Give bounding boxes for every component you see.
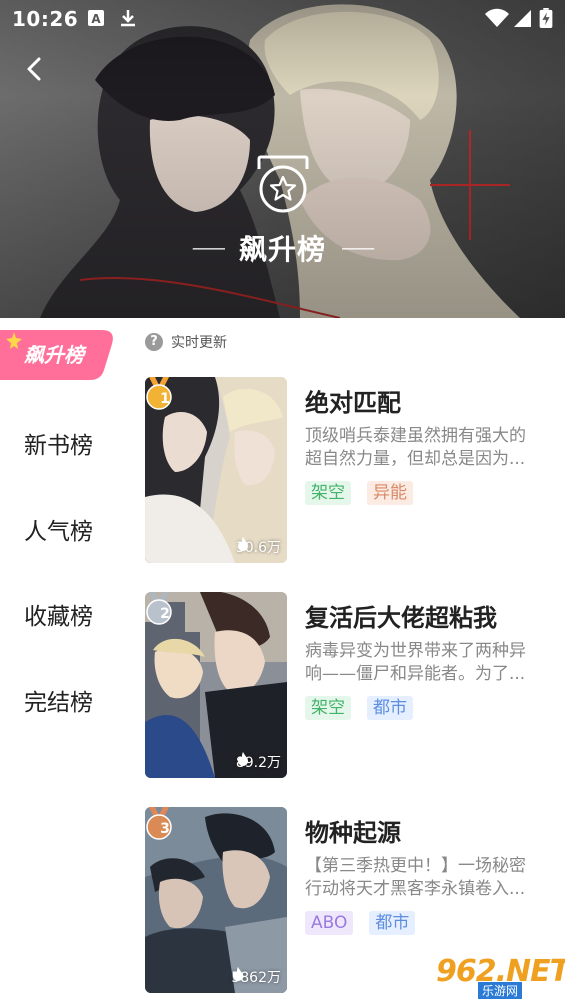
title-dash-left: ——	[191, 237, 226, 259]
comic-title[interactable]: 复活后大佬超粘我	[305, 598, 497, 633]
genre-tag[interactable]: 都市	[367, 696, 413, 720]
flame-icon	[237, 537, 248, 551]
list-item[interactable]: 1 30.6万 绝对匹配 顶级哨兵泰建虽然拥有强大的 超自然力量，但却总是因为.…	[145, 377, 555, 563]
back-button[interactable]	[18, 52, 52, 86]
genre-tag[interactable]: 异能	[367, 481, 413, 505]
realtime-update-note: ? 实时更新	[145, 330, 227, 354]
side-nav-item-completed[interactable]: 完结榜	[24, 683, 93, 717]
genre-tag[interactable]: 架空	[305, 696, 351, 720]
genre-tags: ABO 都市	[305, 911, 431, 935]
status-time: 10:26	[12, 7, 79, 31]
wifi-icon	[485, 8, 509, 27]
side-nav-item-favorites[interactable]: 收藏榜	[24, 597, 93, 631]
banner-title-row: —— 飙升榜 ——	[0, 228, 565, 268]
comic-cover[interactable]: 3 5862万	[145, 807, 287, 993]
comic-description: 病毒异变为世界带来了两种异 响——僵尸和异能者。为了...	[305, 640, 545, 686]
realtime-update-label: 实时更新	[171, 335, 227, 351]
comic-description: 【第三季热更中！】一场秘密 行动将天才黑客李永镇卷入...	[305, 855, 545, 901]
star-medal-icon	[257, 155, 309, 213]
comic-cover[interactable]: 1 30.6万	[145, 377, 287, 563]
side-nav-item-popular[interactable]: 人气榜	[24, 512, 93, 546]
title-dash-right: ——	[341, 237, 375, 259]
genre-tag[interactable]: 都市	[369, 911, 416, 935]
rank-number: 1	[160, 391, 170, 407]
rank-number: 2	[160, 606, 170, 622]
page-title: 飙升榜	[238, 233, 326, 266]
description-line: 响——僵尸和异能者。为了...	[305, 664, 526, 684]
comic-description: 顶级哨兵泰建虽然拥有强大的 超自然力量，但却总是因为...	[305, 425, 545, 471]
flame-icon	[233, 967, 244, 981]
comic-title[interactable]: 物种起源	[305, 813, 401, 848]
side-nav-item-new[interactable]: 新书榜	[24, 426, 93, 460]
signal-icon	[514, 10, 531, 27]
heat-count: 5862万	[231, 967, 281, 987]
genre-tags: 架空 都市	[305, 696, 429, 720]
description-line: 顶级哨兵泰建虽然拥有强大的	[305, 426, 526, 446]
comic-cover[interactable]: 2 89.2万	[145, 592, 287, 778]
list-item[interactable]: 2 89.2万 复活后大佬超粘我 病毒异变为世界带来了两种异 响——僵尸和异能者…	[145, 592, 555, 778]
watermark-subtext: 乐游网	[478, 982, 523, 999]
ranking-badge-label: 飙升榜	[24, 343, 84, 367]
svg-text:A: A	[91, 12, 101, 26]
description-line: 行动将天才黑客李永镇卷入...	[305, 879, 526, 899]
a-badge-icon: A	[88, 10, 104, 26]
description-line: 【第三季热更中！】一场秘密	[305, 856, 526, 876]
heat-count: 89.2万	[236, 752, 281, 772]
description-line: 超自然力量，但却总是因为...	[305, 449, 526, 469]
genre-tag[interactable]: 架空	[305, 481, 351, 505]
description-line: 病毒异变为世界带来了两种异	[305, 641, 526, 661]
comic-title[interactable]: 绝对匹配	[305, 383, 401, 418]
question-mark-icon[interactable]: ?	[145, 333, 163, 351]
heat-count: 30.6万	[236, 537, 281, 557]
status-bar: 10:26 A	[0, 0, 565, 38]
download-icon	[121, 10, 135, 27]
genre-tag[interactable]: ABO	[305, 911, 354, 935]
genre-tags: 架空 异能	[305, 481, 429, 505]
battery-charging-icon	[539, 8, 553, 28]
flame-icon	[237, 752, 248, 766]
rank-number: 3	[160, 821, 170, 837]
